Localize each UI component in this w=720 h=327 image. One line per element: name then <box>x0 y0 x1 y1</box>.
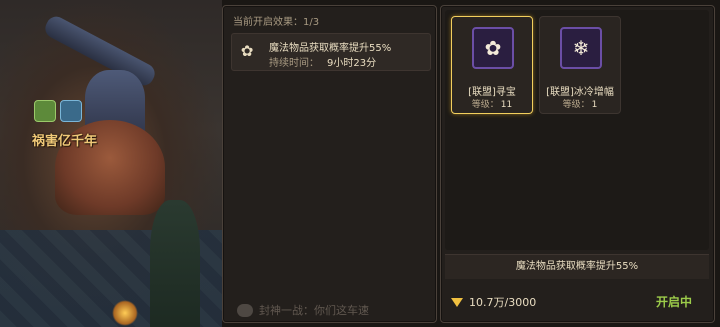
tree <box>150 200 200 327</box>
skill-level-value: 1 <box>591 100 598 110</box>
clover-icon: ✿ <box>240 42 254 60</box>
snowflake-icon: ❄ <box>560 27 602 69</box>
effect-name: 魔法物品获取概率提升55% <box>269 43 392 54</box>
chat-text: 封神一战：你们这车速 <box>259 304 369 317</box>
chat-bubble-icon <box>237 303 253 317</box>
effect-duration: 持续时间： 9小时23分 <box>269 54 376 69</box>
active-effects-panel: 当前开启效果：1/3 ✿ 魔法物品获取概率提升55% 持续时间： 9小时23分 封… <box>222 5 437 323</box>
clover-icon: ✿ <box>472 27 514 69</box>
skill-level-label: 等级： <box>471 100 499 110</box>
status-label[interactable]: 开启中 <box>656 293 692 310</box>
guild-emblem-icon[interactable] <box>60 100 82 122</box>
guild-icon[interactable] <box>34 100 56 122</box>
skill-card-treasure[interactable]: ✿ [联盟]寻宝 等级： 11 <box>451 16 533 114</box>
skill-level-label: 等级： <box>562 100 590 110</box>
effect-duration-label: 持续时间： <box>269 58 319 69</box>
chat-bar[interactable]: 封神一战：你们这车速 <box>237 302 369 318</box>
game-scene[interactable]: 祸害亿千年 <box>0 0 222 327</box>
skill-level: 等级： 11 <box>452 97 532 110</box>
effect-duration-value: 9小时23分 <box>327 58 377 69</box>
skill-level-value: 11 <box>500 100 513 110</box>
skill-level: 等级： 1 <box>540 97 620 110</box>
gem-icon <box>451 297 463 307</box>
skill-title: [联盟]冰冷增幅 <box>546 87 614 98</box>
cost-value: 10.7万/3000 <box>469 296 537 309</box>
effects-count: 1/3 <box>303 17 320 28</box>
effect-item: ✿ 魔法物品获取概率提升55% 持续时间： 9小时23分 <box>231 33 431 71</box>
player-name-banner: 祸害亿千年 <box>32 134 98 149</box>
guild-skill-panel: ✿ [联盟]寻宝 等级： 11 ❄ [联盟]冰冷增幅 等级： 1 魔法物品获取概率提… <box>440 5 715 323</box>
skill-description: 魔法物品获取概率提升55% <box>445 254 709 279</box>
lamp-glow <box>112 300 138 326</box>
skill-list: ✿ [联盟]寻宝 等级： 11 ❄ [联盟]冰冷增幅 等级： 1 <box>445 10 709 250</box>
skill-title: [联盟]寻宝 <box>468 87 516 98</box>
skill-card-frost[interactable]: ❄ [联盟]冰冷增幅 等级： 1 <box>539 16 621 114</box>
effects-header-label: 当前开启效果： <box>233 17 303 28</box>
effects-header: 当前开启效果：1/3 <box>233 13 319 28</box>
cost-display: 10.7万/3000 <box>451 294 536 310</box>
